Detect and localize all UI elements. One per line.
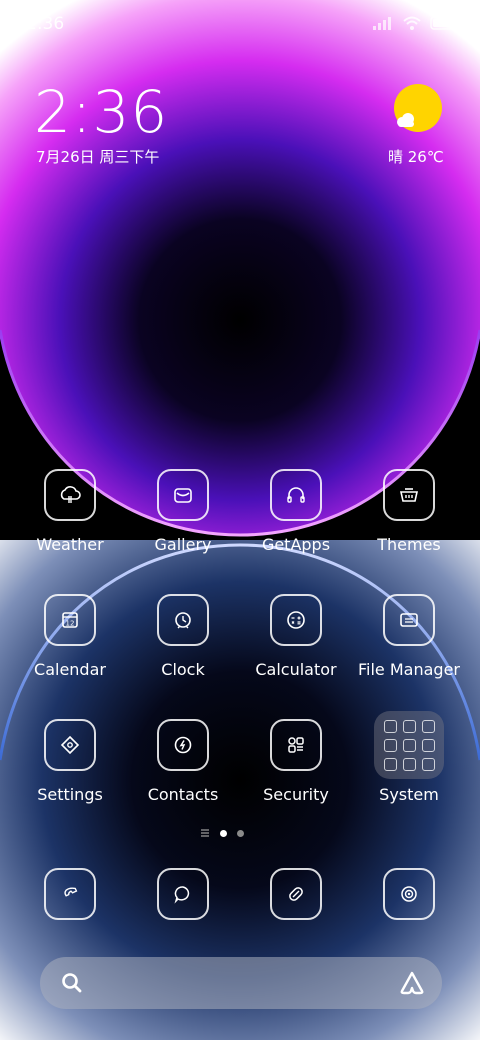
battery-icon xyxy=(430,16,459,30)
mini-app-icon xyxy=(402,719,416,733)
camera-icon[interactable] xyxy=(383,868,435,920)
folder-icon xyxy=(383,594,435,646)
status-bar: 2:36 xyxy=(0,0,480,48)
app-label: Contacts xyxy=(147,785,219,804)
app-weather[interactable]: Weather xyxy=(14,469,126,554)
app-label: GetApps xyxy=(261,535,331,554)
status-icons xyxy=(372,15,460,31)
mini-app-icon xyxy=(402,738,416,752)
mini-app-icon xyxy=(421,738,435,752)
app-label: Gallery xyxy=(154,535,212,554)
browser-icon[interactable] xyxy=(270,868,322,920)
mini-app-icon xyxy=(383,757,397,771)
page-dot-active[interactable] xyxy=(220,829,227,837)
shield-grid-icon xyxy=(270,719,322,771)
app-getapps[interactable]: GetApps xyxy=(240,469,352,554)
clock-widget-time[interactable]: 2:36 xyxy=(34,78,168,146)
cloud-icon xyxy=(44,469,96,521)
list-view-icon[interactable] xyxy=(200,829,210,837)
app-label: Security xyxy=(263,785,329,804)
app-label: Settings xyxy=(37,785,103,804)
svg-text:12: 12 xyxy=(66,620,75,628)
mini-app-icon xyxy=(421,719,435,733)
messages-icon[interactable] xyxy=(157,868,209,920)
signal-icon xyxy=(373,17,391,30)
app-security[interactable]: Security xyxy=(240,719,352,804)
app-calendar[interactable]: 12 Calendar xyxy=(14,594,126,679)
app-label: System xyxy=(379,785,439,804)
app-file-manager[interactable]: File Manager xyxy=(353,594,465,679)
app-contacts[interactable]: Contacts xyxy=(127,719,239,804)
phone-icon[interactable] xyxy=(44,868,96,920)
search-icon[interactable] xyxy=(60,971,84,995)
app-label: File Manager xyxy=(358,660,460,679)
app-label: Calendar xyxy=(34,660,106,679)
calculator-icon xyxy=(270,594,322,646)
gear-diamond-icon xyxy=(44,719,96,771)
wifi-icon xyxy=(403,16,421,30)
alarm-clock-icon xyxy=(157,594,209,646)
app-system-folder[interactable]: System xyxy=(353,711,465,804)
gallery-icon xyxy=(157,469,209,521)
app-label: Calculator xyxy=(255,660,337,679)
app-calculator[interactable]: Calculator xyxy=(240,594,352,679)
mini-app-icon xyxy=(421,757,435,771)
assistant-icon[interactable] xyxy=(398,970,426,996)
app-settings[interactable]: Settings xyxy=(14,719,126,804)
basket-icon xyxy=(383,469,435,521)
calendar-icon: 12 xyxy=(44,594,96,646)
mini-app-icon xyxy=(383,738,397,752)
page-indicator[interactable] xyxy=(200,829,244,837)
app-clock[interactable]: Clock xyxy=(127,594,239,679)
clock-widget-date: 7月26日 周三下午 xyxy=(36,148,160,166)
mini-app-icon xyxy=(402,757,416,771)
mini-app-icon xyxy=(383,719,397,733)
app-label: Clock xyxy=(161,660,205,679)
sun-cloud-icon[interactable] xyxy=(392,84,444,134)
status-time: 2:36 xyxy=(26,14,65,34)
folder-group-icon xyxy=(374,711,444,779)
weather-widget-text: 晴 26℃ xyxy=(388,148,444,166)
search-bar[interactable] xyxy=(40,957,442,1009)
app-label: Themes xyxy=(377,535,441,554)
headphones-icon xyxy=(270,469,322,521)
app-label: Weather xyxy=(36,535,104,554)
app-themes[interactable]: Themes xyxy=(353,469,465,554)
app-gallery[interactable]: Gallery xyxy=(127,469,239,554)
contacts-icon xyxy=(157,719,209,771)
page-dot[interactable] xyxy=(237,829,244,837)
